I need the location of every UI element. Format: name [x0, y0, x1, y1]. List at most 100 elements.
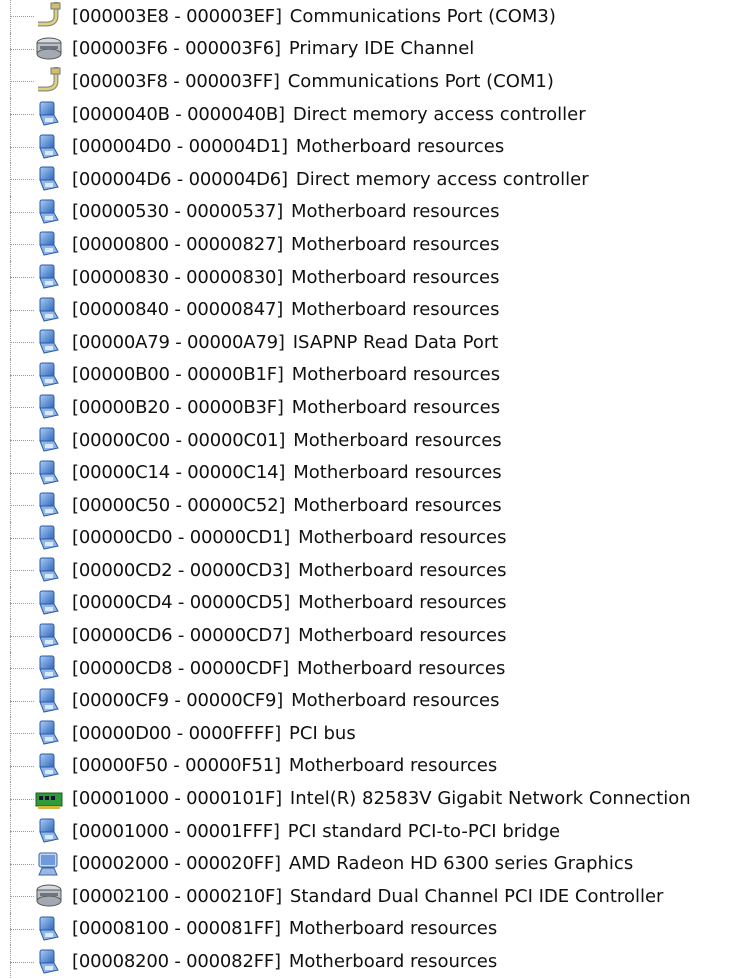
io-range: [000004D6 - 000004D6]: [72, 168, 288, 190]
tree-item[interactable]: [00000F50 - 00000F51] Motherboard resourc…: [0, 749, 740, 783]
io-range: [00000CF9 - 00000CF9]: [72, 690, 284, 712]
device-name: Intel(R) 82583V Gigabit Network Connecti…: [289, 788, 691, 810]
io-range: [00000840 - 00000847]: [72, 299, 284, 321]
tree-item-label: [00001000 - 0000101F] Intel(R) 82583V Gig…: [72, 788, 691, 809]
tree-item-label: [00000800 - 00000827] Motherboard resourc…: [72, 234, 499, 255]
tree-item[interactable]: [000003F6 - 000003F6] Primary IDE Channel: [0, 32, 740, 66]
tree-item-label: [00008200 - 000082FF] Motherboard resourc…: [72, 951, 497, 972]
io-range: [00000CD2 - 00000CD3]: [72, 559, 291, 581]
system-device-icon: [34, 100, 64, 128]
tree-item[interactable]: [00000C50 - 00000C52] Motherboard resourc…: [0, 488, 740, 522]
tree-item[interactable]: [000003F8 - 000003FF] Communications Port…: [0, 65, 740, 98]
io-range: [00000CD4 - 00000CD5]: [72, 592, 291, 614]
tree-item[interactable]: [00001000 - 0000101F] Intel(R) 82583V Gig…: [0, 782, 740, 815]
tree-item-label: [00000530 - 00000537] Motherboard resourc…: [72, 201, 499, 222]
tree-item[interactable]: [00000A79 - 00000A79] ISAPNP Read Data Po…: [0, 325, 740, 359]
tree-item-label: [00000CF9 - 00000CF9] Motherboard resourc…: [72, 690, 499, 711]
tree-item[interactable]: [00008100 - 000081FF] Motherboard resourc…: [0, 912, 740, 946]
tree-item-label: [00000F50 - 00000F51] Motherboard resourc…: [72, 755, 497, 776]
device-name: Communications Port (COM3): [289, 5, 556, 27]
io-range: [00001000 - 00001FFF]: [72, 820, 280, 842]
tree-branch-line: [10, 309, 34, 311]
system-device-icon: [34, 817, 64, 845]
device-name: Motherboard resources: [298, 527, 507, 549]
tree-item-label: [00002000 - 000020FF] AMD Radeon HD 6300 …: [72, 853, 633, 874]
device-name: Motherboard resources: [293, 429, 502, 451]
io-range: [00008100 - 000081FF]: [72, 918, 281, 940]
tree-item[interactable]: [00002000 - 000020FF] AMD Radeon HD 6300 …: [0, 847, 740, 881]
tree-branch-line: [10, 798, 34, 800]
tree-branch-line: [10, 472, 34, 474]
tree-branch-line: [10, 179, 34, 181]
tree-branch-line: [10, 537, 34, 539]
tree-item[interactable]: [000004D0 - 000004D1] Motherboard resourc…: [0, 130, 740, 163]
io-range: [00000CD0 - 00000CD1]: [72, 527, 291, 549]
io-range: [00000800 - 00000827]: [72, 233, 284, 255]
system-device-icon: [34, 459, 64, 487]
tree-item[interactable]: [00000D00 - 0000FFFF] PCI bus: [0, 717, 740, 750]
system-device-icon: [34, 198, 64, 226]
tree-item[interactable]: [00000C14 - 00000C14] Motherboard resourc…: [0, 456, 740, 489]
tree-item-label: [00000CD2 - 00000CD3] Motherboard resourc…: [72, 560, 507, 581]
tree-item[interactable]: [00002100 - 0000210F] Standard Dual Chann…: [0, 880, 740, 913]
tree-branch-line: [10, 602, 34, 604]
tree-branch-line: [10, 16, 34, 18]
system-device-icon: [34, 328, 64, 356]
device-name: Motherboard resources: [291, 396, 501, 418]
tree-item[interactable]: [000004D6 - 000004D6] Direct memory acces…: [0, 162, 740, 196]
tree-item[interactable]: [00000800 - 00000827] Motherboard resourc…: [0, 228, 740, 261]
tree-item[interactable]: [00000830 - 00000830] Motherboard resourc…: [0, 260, 740, 294]
tree-branch-line: [10, 831, 34, 833]
tree-item[interactable]: [00000B20 - 00000B3F] Motherboard resourc…: [0, 391, 740, 424]
tree-item[interactable]: [00000840 - 00000847] Motherboard resourc…: [0, 293, 740, 326]
tree-item-label: [000004D0 - 000004D1] Motherboard resourc…: [72, 136, 504, 157]
tree-item[interactable]: [00001000 - 00001FFF] PCI standard PCI-to…: [0, 814, 740, 848]
io-range: [00002000 - 000020FF]: [72, 853, 281, 875]
tree-branch-line: [10, 440, 34, 442]
resource-tree: [000003E8 - 000003EF] Communications Port…: [0, 0, 740, 978]
tree-item-label: [00000B20 - 00000B3F] Motherboard resourc…: [72, 397, 500, 418]
tree-item[interactable]: [00000CD0 - 00000CD1] Motherboard resourc…: [0, 521, 740, 555]
tree-item-label: [00000840 - 00000847] Motherboard resourc…: [72, 299, 499, 320]
io-range: [00008200 - 000082FF]: [72, 951, 281, 973]
ide-icon: [34, 35, 64, 63]
tree-item[interactable]: [00000CD6 - 00000CD7] Motherboard resourc…: [0, 619, 740, 652]
port-icon: [34, 2, 64, 30]
tree-item[interactable]: [00000C00 - 00000C01] Motherboard resourc…: [0, 423, 740, 457]
tree-item-label: [000004D6 - 000004D6] Direct memory acces…: [72, 169, 589, 190]
tree-item-label: [00000B00 - 00000B1F] Motherboard resourc…: [72, 364, 500, 385]
tree-item[interactable]: [00000CD4 - 00000CD5] Motherboard resourc…: [0, 586, 740, 620]
tree-item[interactable]: [00000CF9 - 00000CF9] Motherboard resourc…: [0, 684, 740, 718]
tree-item[interactable]: [0000040B - 0000040B] Direct memory acces…: [0, 97, 740, 131]
system-device-icon: [34, 948, 64, 976]
device-name: Standard Dual Channel PCI IDE Controller: [289, 885, 664, 907]
tree-item-label: [00000CD8 - 00000CDF] Motherboard resourc…: [72, 658, 505, 679]
system-device-icon: [34, 719, 64, 747]
tree-item[interactable]: [00000B00 - 00000B1F] Motherboard resourc…: [0, 358, 740, 392]
system-device-icon: [34, 915, 64, 943]
io-range: [00002100 - 0000210F]: [72, 885, 282, 907]
tree-item[interactable]: [00008200 - 000082FF] Motherboard resourc…: [0, 945, 740, 978]
device-name: AMD Radeon HD 6300 series Graphics: [288, 853, 634, 875]
device-name: Communications Port (COM1): [287, 70, 554, 92]
tree-branch-line: [10, 570, 34, 572]
io-range: [00000C00 - 00000C01]: [72, 429, 286, 451]
tree-branch-line: [10, 668, 34, 670]
system-device-icon: [34, 133, 64, 161]
io-range: [00000A79 - 00000A79]: [72, 331, 285, 353]
tree-branch-line: [10, 114, 34, 116]
tree-item[interactable]: [00000530 - 00000537] Motherboard resourc…: [0, 195, 740, 229]
device-name: PCI bus: [289, 722, 356, 744]
ide-icon: [34, 882, 64, 910]
tree-item-label: [00008100 - 000081FF] Motherboard resourc…: [72, 918, 497, 939]
io-range: [000003F8 - 000003FF]: [72, 70, 280, 92]
device-name: Primary IDE Channel: [288, 38, 475, 60]
system-device-icon: [34, 393, 64, 421]
tree-branch-line: [10, 277, 34, 279]
io-range: [000004D0 - 000004D1]: [72, 136, 288, 158]
tree-item[interactable]: [00000CD2 - 00000CD3] Motherboard resourc…: [0, 554, 740, 587]
device-name: Direct memory access controller: [292, 103, 586, 125]
tree-item[interactable]: [00000CD8 - 00000CDF] Motherboard resourc…: [0, 651, 740, 685]
system-device-icon: [34, 263, 64, 291]
tree-item[interactable]: [000003E8 - 000003EF] Communications Port…: [0, 0, 740, 33]
